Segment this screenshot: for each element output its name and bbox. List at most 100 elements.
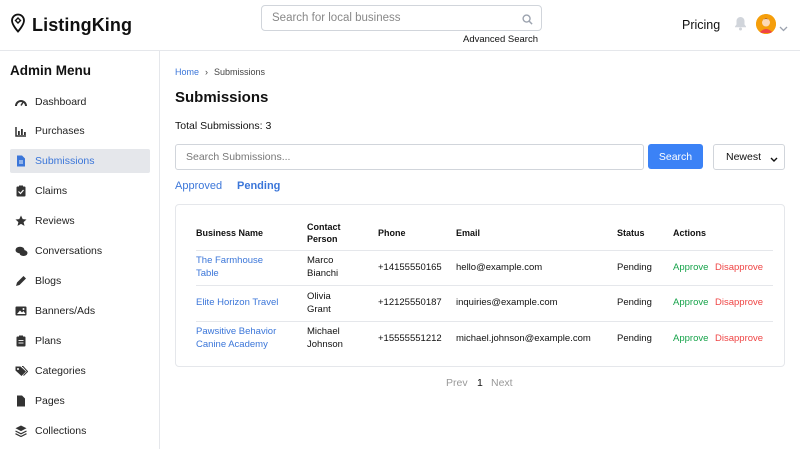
pagination-current[interactable]: 1 xyxy=(477,377,483,389)
table-divider xyxy=(196,250,773,251)
search-icon[interactable] xyxy=(522,12,533,30)
breadcrumb-home-link[interactable]: Home xyxy=(175,67,199,77)
user-avatar[interactable] xyxy=(756,14,776,34)
submissions-search xyxy=(175,144,644,170)
approve-button[interactable]: Approve xyxy=(673,297,708,310)
contact-person-line2: Grant xyxy=(307,303,331,315)
sidebar-item-label: Submissions xyxy=(35,155,95,167)
contact-person-line2: Bianchi xyxy=(307,267,339,279)
approve-button[interactable]: Approve xyxy=(673,333,708,346)
clipboard-list-icon xyxy=(14,334,28,348)
email-cell: inquiries@example.com xyxy=(456,297,558,308)
sidebar-item-label: Dashboard xyxy=(35,96,87,108)
sidebar-item-categories[interactable]: Categories xyxy=(10,359,150,383)
chevron-down-icon[interactable] xyxy=(779,19,788,37)
contact-person: Marco Bianchi xyxy=(307,255,338,280)
sidebar-item-label: Purchases xyxy=(35,125,85,137)
brand-logo[interactable]: ListingKing xyxy=(9,13,132,38)
pagination-prev[interactable]: Prev xyxy=(446,377,468,389)
contact-person-line1: Olivia xyxy=(307,291,331,302)
sidebar-item-plans[interactable]: Plans xyxy=(10,329,150,353)
pricing-link[interactable]: Pricing xyxy=(682,18,720,32)
sidebar-item-label: Plans xyxy=(35,335,62,347)
disapprove-button[interactable]: Disapprove xyxy=(715,297,763,310)
submissions-table: Business Name Contact Person Phone Email… xyxy=(175,204,785,367)
breadcrumb-current: Submissions xyxy=(214,67,266,77)
breadcrumb: Home › Submissions xyxy=(175,67,265,77)
location-pin-icon xyxy=(9,13,27,38)
contact-person-line1: Marco xyxy=(307,255,334,266)
chart-icon xyxy=(14,124,28,138)
file-icon xyxy=(14,154,28,168)
column-header-contact-line2: Person xyxy=(307,234,338,244)
business-name-line1: Elite Horizon Travel xyxy=(196,297,279,308)
sort-select[interactable]: Newest xyxy=(713,144,785,170)
column-header-phone: Phone xyxy=(378,228,406,238)
contact-person: Michael Johnson xyxy=(307,326,343,351)
admin-sidebar: Admin Menu Dashboard Purchases Submissio… xyxy=(0,51,160,449)
status-cell: Pending xyxy=(617,262,652,273)
business-name-line2: Canine Academy xyxy=(196,338,268,350)
sidebar-item-label: Categories xyxy=(35,365,86,377)
page-icon xyxy=(14,394,28,408)
tab-pending[interactable]: Pending xyxy=(237,180,280,192)
table-divider xyxy=(196,285,773,286)
chevron-down-icon xyxy=(770,154,778,166)
breadcrumb-separator: › xyxy=(205,67,209,77)
table-divider xyxy=(196,321,773,322)
sidebar-item-claims[interactable]: Claims xyxy=(10,179,150,203)
phone-cell: +12125550187 xyxy=(378,297,442,308)
phone-cell: +14155550165 xyxy=(378,262,442,273)
business-name-line1: The Farmhouse xyxy=(196,255,264,266)
advanced-search-link[interactable]: Advanced Search xyxy=(463,34,538,45)
page-title: Submissions xyxy=(175,89,269,106)
sidebar-item-collections[interactable]: Collections xyxy=(10,419,150,443)
sidebar-item-conversations[interactable]: Conversations xyxy=(10,239,150,263)
layers-icon xyxy=(14,424,28,438)
bell-icon[interactable] xyxy=(734,16,747,36)
top-header: ListingKing Advanced Search Pricing xyxy=(0,0,800,51)
contact-person: Olivia Grant xyxy=(307,291,331,316)
sidebar-item-dashboard[interactable]: Dashboard xyxy=(10,90,150,114)
business-name-link[interactable]: Pawsitive Behavior Canine Academy xyxy=(196,326,276,351)
sidebar-item-pages[interactable]: Pages xyxy=(10,389,150,413)
sidebar-item-label: Reviews xyxy=(35,215,75,227)
approve-button[interactable]: Approve xyxy=(673,262,708,275)
sidebar-item-label: Claims xyxy=(35,185,68,197)
disapprove-button[interactable]: Disapprove xyxy=(715,262,763,275)
column-header-contact-line1: Contact xyxy=(307,222,341,232)
image-icon xyxy=(14,304,28,318)
sidebar-item-label: Banners/Ads xyxy=(35,305,96,317)
status-cell: Pending xyxy=(617,333,652,344)
tab-approved[interactable]: Approved xyxy=(175,180,222,192)
business-search xyxy=(261,5,542,31)
sidebar-item-label: Conversations xyxy=(35,245,103,257)
submissions-search-input[interactable] xyxy=(176,145,636,169)
sidebar-item-reviews[interactable]: Reviews xyxy=(10,209,150,233)
sidebar-item-submissions[interactable]: Submissions xyxy=(10,149,150,173)
business-name-line1: Pawsitive Behavior xyxy=(196,326,277,337)
column-header-email: Email xyxy=(456,228,481,238)
admin-menu-title: Admin Menu xyxy=(10,63,91,78)
sort-select-value: Newest xyxy=(726,151,762,163)
business-name-link[interactable]: Elite Horizon Travel xyxy=(196,297,278,310)
column-header-actions: Actions xyxy=(673,228,707,238)
dashboard-icon xyxy=(14,95,28,109)
contact-person-line2: Johnson xyxy=(307,338,343,350)
business-search-input[interactable] xyxy=(262,6,512,30)
business-name-link[interactable]: The Farmhouse Table xyxy=(196,255,263,280)
star-icon xyxy=(14,214,28,228)
sidebar-item-purchases[interactable]: Purchases xyxy=(10,119,150,143)
disapprove-button[interactable]: Disapprove xyxy=(715,333,763,346)
sidebar-item-blogs[interactable]: Blogs xyxy=(10,269,150,293)
status-cell: Pending xyxy=(617,297,652,308)
phone-cell: +15555551212 xyxy=(378,333,442,344)
pagination-next[interactable]: Next xyxy=(491,377,513,389)
column-header-status: Status xyxy=(617,228,645,238)
sidebar-item-banners[interactable]: Banners/Ads xyxy=(10,299,150,323)
comments-icon xyxy=(14,244,28,258)
sidebar-item-label: Collections xyxy=(35,425,87,437)
contact-person-line1: Michael xyxy=(307,326,340,337)
clipboard-check-icon xyxy=(14,184,28,198)
search-button[interactable]: Search xyxy=(648,144,703,169)
